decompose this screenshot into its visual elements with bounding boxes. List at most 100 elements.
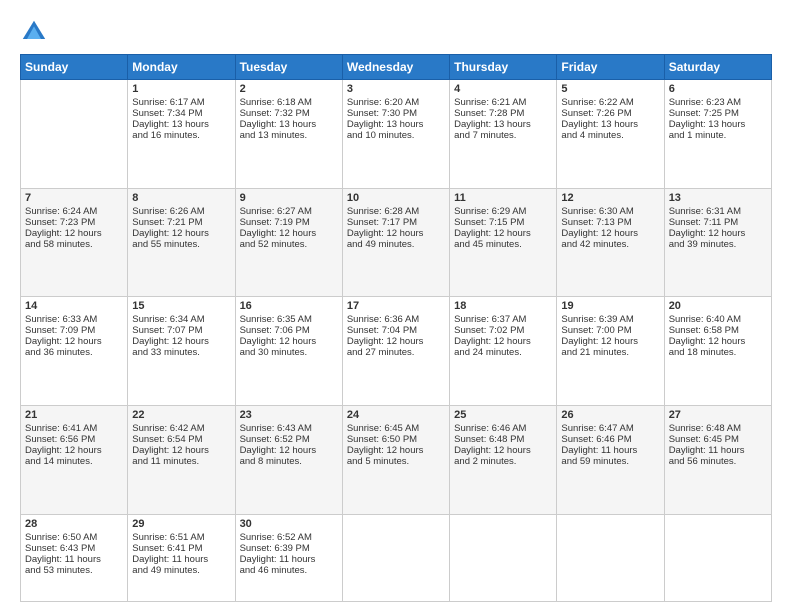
day-header: Saturday <box>664 55 771 80</box>
day-info: Daylight: 11 hours <box>669 445 767 456</box>
day-info: Sunrise: 6:17 AM <box>132 97 230 108</box>
day-number: 5 <box>561 83 659 95</box>
day-info: Sunrise: 6:26 AM <box>132 206 230 217</box>
day-number: 6 <box>669 83 767 95</box>
day-info: Sunrise: 6:36 AM <box>347 314 445 325</box>
calendar-cell: 9Sunrise: 6:27 AMSunset: 7:19 PMDaylight… <box>235 188 342 297</box>
day-header: Sunday <box>21 55 128 80</box>
calendar-cell: 6Sunrise: 6:23 AMSunset: 7:25 PMDaylight… <box>664 80 771 189</box>
calendar-cell: 1Sunrise: 6:17 AMSunset: 7:34 PMDaylight… <box>128 80 235 189</box>
day-number: 25 <box>454 409 552 421</box>
day-number: 1 <box>132 83 230 95</box>
calendar-cell: 8Sunrise: 6:26 AMSunset: 7:21 PMDaylight… <box>128 188 235 297</box>
day-info: Sunrise: 6:40 AM <box>669 314 767 325</box>
week-row: 7Sunrise: 6:24 AMSunset: 7:23 PMDaylight… <box>21 188 772 297</box>
day-info: Sunrise: 6:42 AM <box>132 423 230 434</box>
day-info: Sunrise: 6:37 AM <box>454 314 552 325</box>
day-info: Sunrise: 6:46 AM <box>454 423 552 434</box>
day-info: Sunrise: 6:43 AM <box>240 423 338 434</box>
day-info: and 1 minute. <box>669 130 767 141</box>
day-info: Sunset: 7:30 PM <box>347 108 445 119</box>
day-number: 27 <box>669 409 767 421</box>
day-info: and 21 minutes. <box>561 347 659 358</box>
day-number: 26 <box>561 409 659 421</box>
day-number: 20 <box>669 300 767 312</box>
day-info: and 4 minutes. <box>561 130 659 141</box>
day-info: Sunset: 7:13 PM <box>561 217 659 228</box>
day-info: Sunrise: 6:21 AM <box>454 97 552 108</box>
day-info: Daylight: 12 hours <box>347 336 445 347</box>
calendar-cell <box>664 514 771 602</box>
day-info: Sunset: 6:50 PM <box>347 434 445 445</box>
day-info: Daylight: 12 hours <box>561 336 659 347</box>
day-info: Sunset: 6:58 PM <box>669 325 767 336</box>
calendar-cell: 15Sunrise: 6:34 AMSunset: 7:07 PMDayligh… <box>128 297 235 406</box>
day-info: Sunrise: 6:41 AM <box>25 423 123 434</box>
calendar-cell: 10Sunrise: 6:28 AMSunset: 7:17 PMDayligh… <box>342 188 449 297</box>
day-info: and 30 minutes. <box>240 347 338 358</box>
calendar: SundayMondayTuesdayWednesdayThursdayFrid… <box>20 54 772 602</box>
week-row: 28Sunrise: 6:50 AMSunset: 6:43 PMDayligh… <box>21 514 772 602</box>
day-info: Sunset: 7:26 PM <box>561 108 659 119</box>
calendar-cell: 13Sunrise: 6:31 AMSunset: 7:11 PMDayligh… <box>664 188 771 297</box>
day-info: Sunrise: 6:39 AM <box>561 314 659 325</box>
day-info: Daylight: 12 hours <box>240 228 338 239</box>
day-info: Daylight: 11 hours <box>132 554 230 565</box>
day-info: and 7 minutes. <box>454 130 552 141</box>
day-info: and 36 minutes. <box>25 347 123 358</box>
day-info: and 55 minutes. <box>132 239 230 250</box>
day-info: Sunrise: 6:33 AM <box>25 314 123 325</box>
day-info: Sunrise: 6:35 AM <box>240 314 338 325</box>
day-info: and 2 minutes. <box>454 456 552 467</box>
day-info: Sunrise: 6:51 AM <box>132 532 230 543</box>
day-info: and 8 minutes. <box>240 456 338 467</box>
day-header: Wednesday <box>342 55 449 80</box>
header <box>20 18 772 46</box>
calendar-cell: 25Sunrise: 6:46 AMSunset: 6:48 PMDayligh… <box>450 405 557 514</box>
day-info: Sunrise: 6:23 AM <box>669 97 767 108</box>
day-info: Sunset: 7:34 PM <box>132 108 230 119</box>
day-info: Daylight: 12 hours <box>240 445 338 456</box>
day-info: and 39 minutes. <box>669 239 767 250</box>
week-row: 1 Sunrise: 6:17 AMSunset: 7:34 PM Daylight… <box>21 80 772 189</box>
calendar-cell: 27Sunrise: 6:48 AMSunset: 6:45 PMDayligh… <box>664 405 771 514</box>
day-info: and 45 minutes. <box>454 239 552 250</box>
day-info: and 56 minutes. <box>669 456 767 467</box>
calendar-cell: 23Sunrise: 6:43 AMSunset: 6:52 PMDayligh… <box>235 405 342 514</box>
calendar-cell: 26Sunrise: 6:47 AMSunset: 6:46 PMDayligh… <box>557 405 664 514</box>
day-info: and 14 minutes. <box>25 456 123 467</box>
day-number: 7 <box>25 192 123 204</box>
day-number: 23 <box>240 409 338 421</box>
day-info: and 42 minutes. <box>561 239 659 250</box>
day-info: Sunset: 7:09 PM <box>25 325 123 336</box>
day-info: Daylight: 13 hours <box>240 119 338 130</box>
day-info: and 59 minutes. <box>561 456 659 467</box>
day-info: Sunset: 7:23 PM <box>25 217 123 228</box>
day-info: Sunset: 6:41 PM <box>132 543 230 554</box>
calendar-cell: 20Sunrise: 6:40 AMSunset: 6:58 PMDayligh… <box>664 297 771 406</box>
calendar-cell: 14Sunrise: 6:33 AMSunset: 7:09 PMDayligh… <box>21 297 128 406</box>
day-info: and 33 minutes. <box>132 347 230 358</box>
day-number: 21 <box>25 409 123 421</box>
calendar-cell: 21Sunrise: 6:41 AMSunset: 6:56 PMDayligh… <box>21 405 128 514</box>
day-info: Sunset: 7:25 PM <box>669 108 767 119</box>
day-number: 12 <box>561 192 659 204</box>
day-info: Sunrise: 6:52 AM <box>240 532 338 543</box>
calendar-cell: 19Sunrise: 6:39 AMSunset: 7:00 PMDayligh… <box>557 297 664 406</box>
day-number: 24 <box>347 409 445 421</box>
day-info: Sunrise: 6:45 AM <box>347 423 445 434</box>
day-info: Sunrise: 6:28 AM <box>347 206 445 217</box>
logo <box>20 18 52 46</box>
calendar-cell: 12Sunrise: 6:30 AMSunset: 7:13 PMDayligh… <box>557 188 664 297</box>
day-number: 11 <box>454 192 552 204</box>
day-info: Daylight: 12 hours <box>669 228 767 239</box>
calendar-cell: 22Sunrise: 6:42 AMSunset: 6:54 PMDayligh… <box>128 405 235 514</box>
day-info: Daylight: 12 hours <box>25 228 123 239</box>
day-number: 15 <box>132 300 230 312</box>
day-number: 18 <box>454 300 552 312</box>
day-number: 22 <box>132 409 230 421</box>
day-info: Sunset: 7:04 PM <box>347 325 445 336</box>
day-header: Friday <box>557 55 664 80</box>
day-info: Sunrise: 6:47 AM <box>561 423 659 434</box>
day-info: Daylight: 12 hours <box>454 228 552 239</box>
